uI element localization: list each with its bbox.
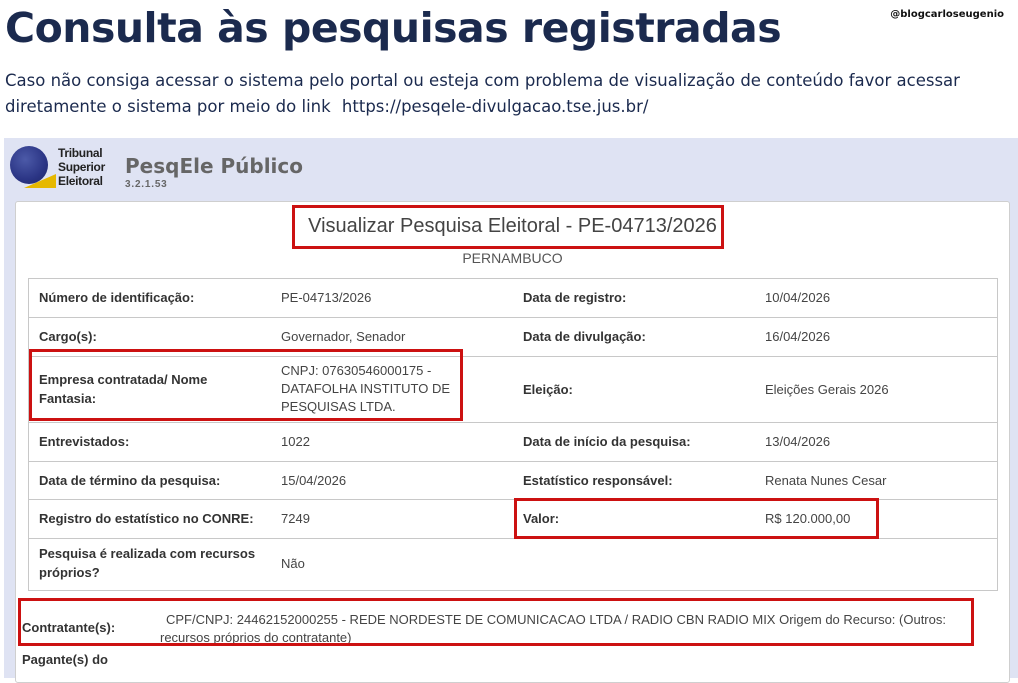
field-label: Empresa contratada/ Nome Fantasia: [29, 355, 271, 422]
field-label: Entrevistados: [29, 421, 271, 461]
field-label: Valor: [513, 498, 755, 538]
field-value: PE-04713/2026 [281, 290, 372, 306]
contratante-value-line-1: CPF/CNPJ: 24462152000255 - REDE NORDESTE… [166, 612, 946, 627]
field-label: Pesquisa é realizada com recursos própri… [29, 537, 271, 588]
field-value: 15/04/2026 [271, 460, 513, 499]
table-row: Número de identificação: PE-04713/2026 D… [29, 279, 997, 317]
field-label: Data de divulgação: [513, 316, 755, 356]
field-value: Eleições Gerais 2026 [755, 355, 997, 422]
panel-state: PERNAMBUCO [462, 250, 563, 266]
panel-title: Visualizar Pesquisa Eleitoral - PE-04713… [308, 215, 717, 237]
logo-line-3: Eleitoral [58, 174, 103, 188]
contratante-label: Contratante(s): [22, 620, 116, 635]
watermark: @blogcarloseugenio [890, 9, 1004, 20]
table-row: Data de término da pesquisa: 15/04/2026 … [29, 460, 997, 499]
field-label: Cargo(s): [29, 316, 271, 356]
app-header: Tribunal Superior Eleitoral PesqEle Públ… [4, 138, 1018, 198]
globe-icon [10, 146, 48, 184]
details-table-wrap: Número de identificação: PE-04713/2026 D… [28, 278, 998, 591]
table-row: Empresa contratada/ Nome Fantasia: CNPJ:… [29, 355, 997, 422]
intro-text: Caso não consiga acessar o sistema pelo … [5, 68, 995, 120]
logo-line-2: Superior [58, 160, 105, 174]
tse-logo[interactable]: Tribunal Superior Eleitoral [10, 144, 114, 192]
table-row: Entrevistados: 1022 Data de início da pe… [29, 421, 997, 461]
field-value [755, 537, 997, 588]
field-label [513, 537, 755, 588]
app-version: 3.2.1.53 [125, 179, 168, 190]
field-value: 16/04/2026 [755, 316, 997, 356]
app-name: PesqEle Público [125, 154, 304, 178]
field-value: 1022 [271, 421, 513, 461]
field-label: Eleição: [513, 355, 755, 422]
contratante-value: CPF/CNPJ: 24462152000255 - REDE NORDESTE… [160, 611, 966, 647]
page-title: Consulta às pesquisas registradas [5, 4, 782, 52]
field-label: Data de início da pesquisa: [513, 421, 755, 461]
field-value: R$ 120.000,00 [755, 498, 997, 538]
pagante-label: Pagante(s) do [22, 652, 108, 667]
survey-panel: Visualizar Pesquisa Eleitoral - PE-04713… [15, 201, 1010, 683]
pesqele-app: Tribunal Superior Eleitoral PesqEle Públ… [4, 138, 1018, 683]
field-label: Número de identificação: [39, 290, 195, 306]
pesqele-link[interactable]: https://pesqele-divulgacao.tse.jus.br/ [342, 97, 649, 116]
field-label: Estatístico responsável: [513, 460, 755, 499]
field-value: Não [271, 537, 513, 588]
logo-line-1: Tribunal [58, 146, 103, 160]
table-row: Pesquisa é realizada com recursos própri… [29, 537, 997, 588]
field-label: Registro do estatístico no CONRE: [29, 498, 271, 538]
logo-text: Tribunal Superior Eleitoral [58, 146, 105, 188]
field-value: Renata Nunes Cesar [755, 460, 997, 499]
table-row: Registro do estatístico no CONRE: 7249 V… [29, 498, 997, 538]
field-value: 10/04/2026 [765, 290, 831, 306]
field-value: Governador, Senador [271, 316, 513, 356]
field-label: Data de término da pesquisa: [29, 460, 271, 499]
field-value: CNPJ: 07630546000175 - DATAFOLHA INSTITU… [271, 355, 513, 422]
field-value: 13/04/2026 [755, 421, 997, 461]
table-row: Cargo(s): Governador, Senador Data de di… [29, 316, 997, 356]
field-label: Data de registro: [523, 290, 627, 306]
contratante-value-line-2: recursos próprios do contratante) [160, 630, 352, 645]
field-value: 7249 [271, 498, 513, 538]
details-table: Número de identificação: PE-04713/2026 D… [29, 279, 997, 588]
